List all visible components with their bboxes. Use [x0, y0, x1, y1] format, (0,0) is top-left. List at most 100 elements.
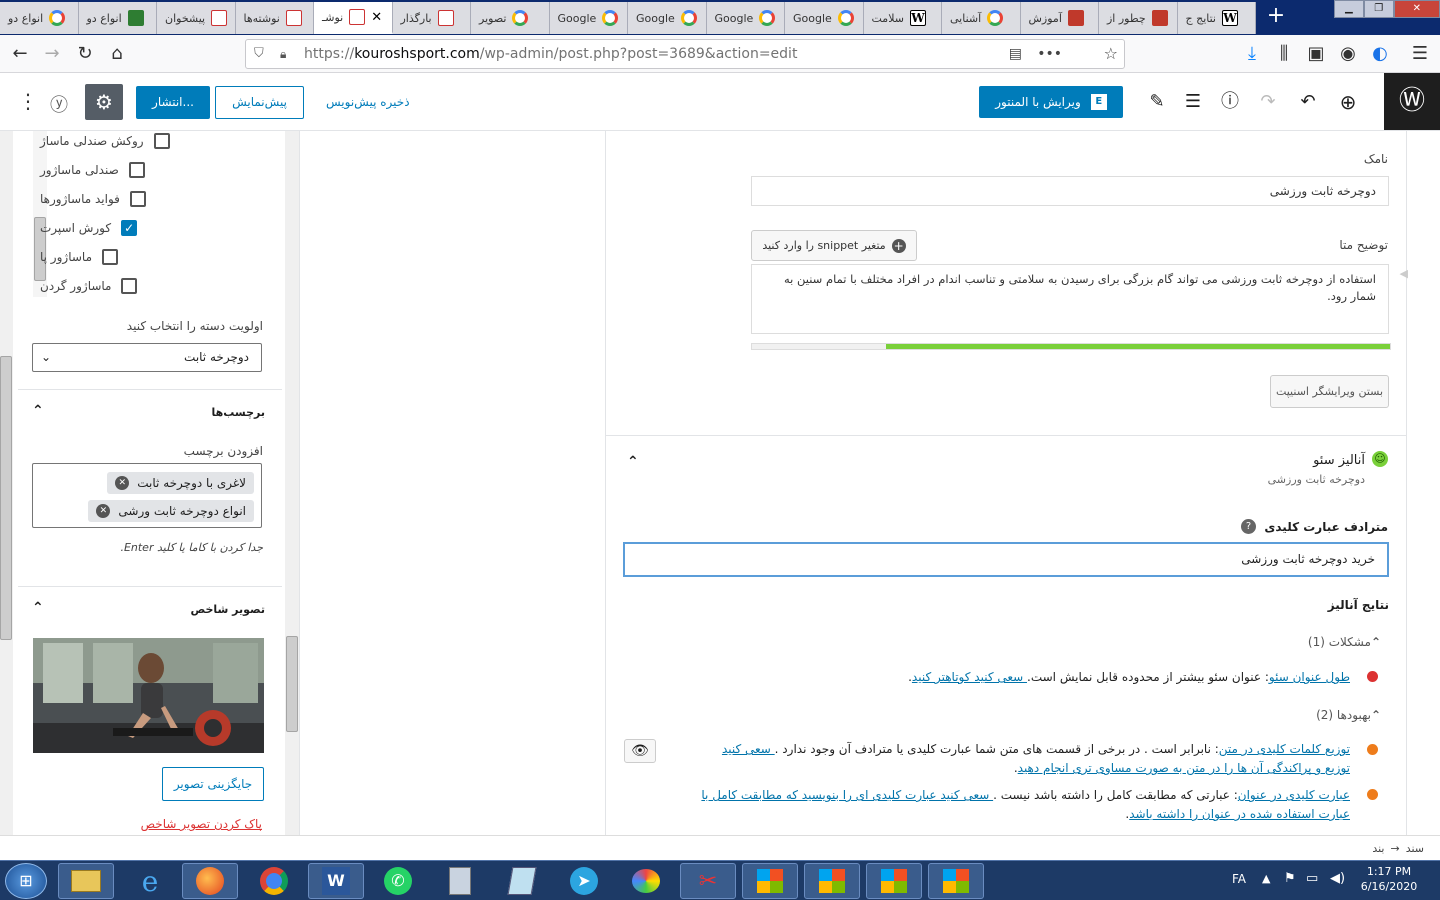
browser-tab[interactable]: W سلامت	[863, 2, 942, 34]
problems-toggle[interactable]: ⌃مشکلات (1)	[1308, 635, 1381, 649]
library-icon[interactable]: ⫼	[1272, 42, 1296, 66]
breadcrumb-document[interactable]: سند	[1406, 842, 1424, 855]
featured-image[interactable]	[33, 638, 264, 753]
tags-panel-title[interactable]: برچسب‌ها	[212, 406, 266, 419]
improvement-1-action-link-2[interactable]: توزیع و پراکندگی آن ها را در متن به صورت…	[1018, 761, 1350, 775]
extension-icon[interactable]: ◐	[1368, 42, 1392, 66]
category-checkbox[interactable]	[153, 133, 170, 149]
settings-gear-icon[interactable]: ⚙	[85, 84, 123, 120]
insert-variable-button[interactable]: + متغیر snippet را وارد کنید	[751, 230, 917, 261]
browser-tab[interactable]: آموزش	[1020, 2, 1099, 34]
help-icon[interactable]: ?	[1241, 519, 1256, 534]
page-actions-icon[interactable]: •••	[1037, 40, 1062, 68]
undo-icon[interactable]: ↶	[1297, 91, 1319, 113]
app-window-icon[interactable]	[804, 863, 860, 899]
volume-icon[interactable]: ◀)	[1330, 871, 1345, 886]
firefox-icon[interactable]	[182, 863, 238, 899]
collapse-arrow-icon[interactable]: ◀	[1400, 267, 1408, 280]
minimize-button[interactable]: ▁	[1334, 0, 1364, 18]
account-icon[interactable]: ◉	[1336, 42, 1360, 66]
restore-button[interactable]: ❐	[1363, 0, 1394, 18]
close-tab-icon[interactable]: ✕	[371, 10, 382, 25]
calculator-icon[interactable]	[432, 863, 488, 899]
forward-icon[interactable]: →	[40, 42, 64, 66]
browser-tab[interactable]: Google	[549, 2, 628, 34]
redo-icon[interactable]: ↷	[1257, 91, 1279, 113]
tags-input[interactable]: لاغری با دوچرخه ثابت ✕ انواع دوچرخه ثابت …	[32, 463, 262, 528]
seo-analysis-title[interactable]: آنالیز سئو	[1313, 453, 1365, 468]
browser-tab[interactable]: Google	[706, 2, 785, 34]
remove-tag-icon[interactable]: ✕	[96, 504, 111, 518]
browser-tab[interactable]: پیشخوان	[157, 2, 236, 34]
bookmark-star-icon[interactable]: ☆	[1104, 40, 1118, 68]
problem-1-action-link[interactable]: سعی کنید کوتاهتر کنید	[912, 670, 1027, 684]
tray-expand-icon[interactable]: ▲	[1262, 872, 1270, 885]
paint-icon[interactable]	[618, 863, 674, 899]
improvement-2-action-link[interactable]: سعی کنید عبارت کلیدی ای را بنویسید که مط…	[701, 788, 993, 802]
breadcrumb-paragraph[interactable]: بند	[1372, 842, 1384, 855]
preview-button[interactable]: پیش‌نمایش	[215, 86, 304, 119]
publish-button[interactable]: انتشار...	[136, 86, 210, 119]
app-window-icon[interactable]	[928, 863, 984, 899]
browser-tab[interactable]: آشنایی	[942, 2, 1021, 34]
sidebar-scrollbar[interactable]	[0, 131, 13, 835]
close-snippet-editor-button[interactable]: بستن ویرایشگر اسنیپت	[1270, 375, 1389, 408]
category-item[interactable]: ماساژور گردن	[40, 272, 265, 300]
improvements-toggle[interactable]: ⌃بهبودها (2)	[1316, 708, 1381, 722]
wordpress-logo-icon[interactable]: Ⓦ	[1384, 73, 1440, 130]
add-block-icon[interactable]: ⊕	[1337, 91, 1359, 113]
edit-tools-icon[interactable]: ✎	[1146, 91, 1168, 113]
home-icon[interactable]: ⌂	[105, 42, 129, 66]
info-icon[interactable]: ⓘ	[1219, 91, 1241, 113]
chevron-up-icon[interactable]: ⌃	[627, 454, 639, 470]
clock[interactable]: 1:17 PM 6/16/2020	[1356, 865, 1422, 893]
remove-featured-image-link[interactable]: پاک کردن تصویر شاخص	[141, 817, 262, 831]
category-item[interactable]: روکش صندلی ماساژ	[40, 131, 265, 155]
browser-tab[interactable]: W نتایج ج	[1177, 2, 1256, 34]
category-checkbox[interactable]	[121, 278, 138, 294]
menu-icon[interactable]: ☰	[1408, 42, 1432, 66]
browser-tab[interactable]: ✕ نوشـ	[314, 2, 393, 34]
synonyms-input[interactable]: خرید دوچرخه ثابت ورزشی	[623, 542, 1389, 577]
language-indicator[interactable]: FA	[1232, 872, 1246, 886]
category-checkbox[interactable]: ✓	[121, 220, 138, 236]
start-button[interactable]: ⊞	[5, 863, 47, 899]
download-icon[interactable]: ⤓	[1240, 42, 1264, 66]
primary-category-select[interactable]: دوچرخه ثابت ⌄	[32, 343, 262, 372]
snipping-tool-icon[interactable]: ✂	[680, 863, 736, 899]
internet-explorer-icon[interactable]: e	[122, 863, 178, 899]
app-window-icon[interactable]	[742, 863, 798, 899]
browser-tab[interactable]: بارگذار	[392, 2, 471, 34]
category-item[interactable]: فواید ماساژورها	[40, 185, 265, 213]
improvement-1-link[interactable]: توزیع کلمات کلیدی در متن	[1219, 742, 1350, 756]
sidebar-inner-scrollbar[interactable]	[285, 131, 299, 835]
chrome-icon[interactable]	[246, 863, 302, 899]
remove-tag-icon[interactable]: ✕	[115, 476, 130, 490]
close-window-button[interactable]: ✕	[1393, 0, 1440, 18]
whatsapp-icon[interactable]: ✆	[370, 863, 426, 899]
browser-tab[interactable]: Google	[785, 2, 864, 34]
sidebar-icon[interactable]: ▣	[1304, 42, 1328, 66]
replace-image-button[interactable]: جایگزینی تصویر	[162, 767, 264, 801]
improvement-2-action-link-2[interactable]: عبارت استفاده شده در عنوان را داشته باشد	[1129, 807, 1350, 821]
edit-with-elementor-button[interactable]: E ویرایش با المنتور	[979, 86, 1123, 118]
url-bar[interactable]: ⛉ 🔒︎ https://kouroshsport.com/wp-admin/p…	[245, 39, 1125, 69]
meta-description-textarea[interactable]: استفاده از دوچرخه ثابت ورزشی می تواند گا…	[751, 264, 1389, 334]
browser-tab[interactable]: نوشته‌ها	[235, 2, 314, 34]
notepad-icon[interactable]	[494, 863, 550, 899]
browser-tab[interactable]: انواع دو	[78, 2, 157, 34]
browser-tab[interactable]: انواع دو	[0, 2, 79, 34]
reload-icon[interactable]: ↻	[73, 42, 97, 66]
browser-tab[interactable]: Google	[628, 2, 707, 34]
telegram-icon[interactable]: ➤	[556, 863, 612, 899]
category-item[interactable]: ✓ کورش اسپرت	[40, 214, 265, 242]
file-explorer-icon[interactable]	[58, 863, 114, 899]
list-view-icon[interactable]: ☰	[1182, 91, 1204, 113]
save-draft-button[interactable]: ذخیره پیش‌نویس	[326, 95, 410, 109]
new-tab-button[interactable]: +	[1262, 4, 1290, 30]
reader-view-icon[interactable]: ▤	[1009, 40, 1022, 68]
back-icon[interactable]: ←	[8, 42, 32, 66]
yoast-icon[interactable]: ⓨ	[50, 91, 68, 117]
browser-tab[interactable]: تصویر	[471, 2, 550, 34]
app-window-icon[interactable]	[866, 863, 922, 899]
